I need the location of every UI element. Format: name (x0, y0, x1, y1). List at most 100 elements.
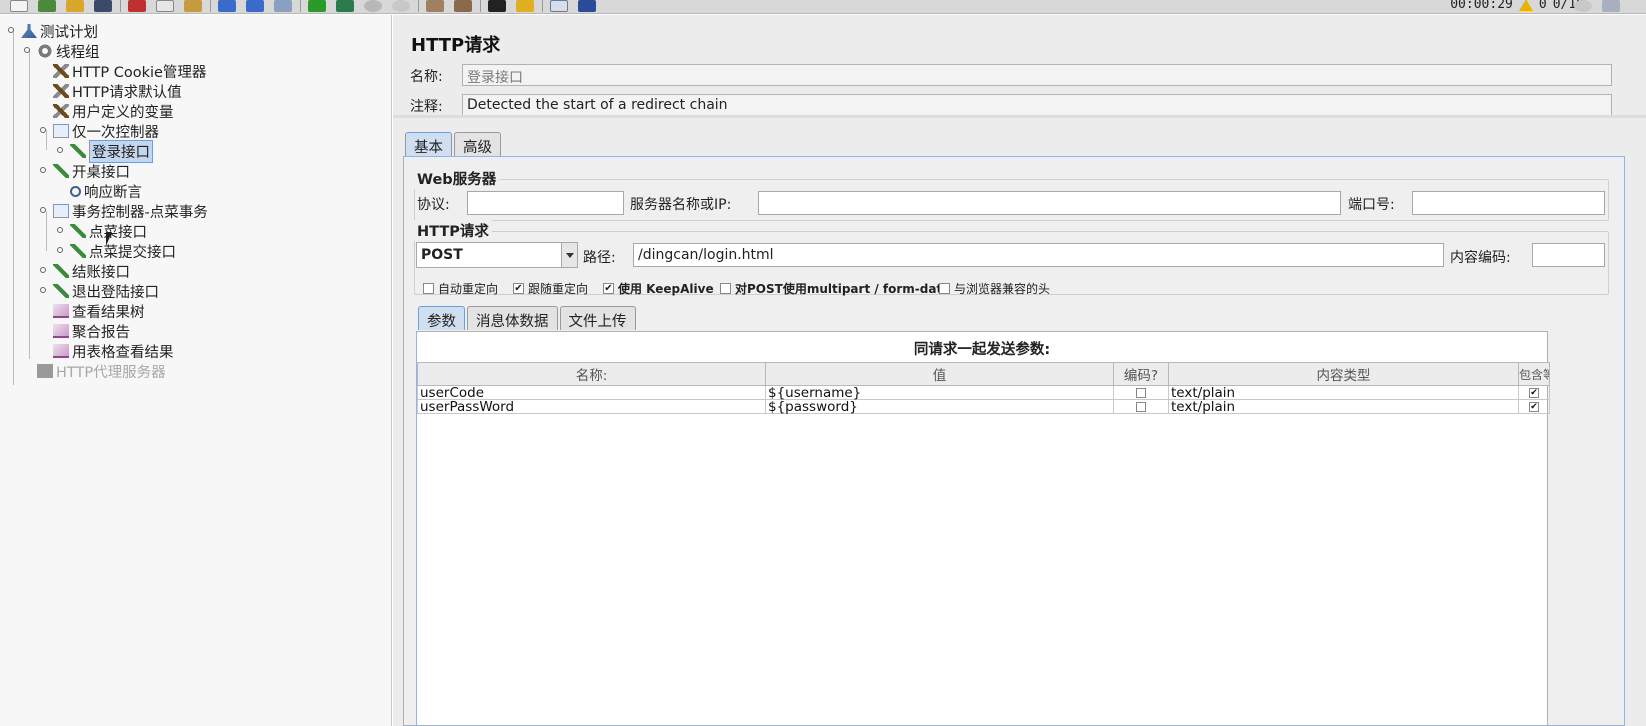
tab-advanced[interactable]: 高级 (454, 132, 501, 156)
paste-icon[interactable] (184, 0, 202, 12)
tab-files-upload[interactable]: 文件上传 (559, 306, 636, 330)
warning-icon[interactable] (1518, 0, 1533, 11)
encoding-input[interactable] (1532, 243, 1605, 267)
expand-handle-icon[interactable] (57, 227, 63, 233)
checkbox-box[interactable]: ✔ (513, 283, 524, 294)
tree-item-results-tree[interactable]: 查看结果树 (53, 301, 145, 321)
method-select[interactable]: POST (416, 242, 578, 268)
checkbox-box[interactable]: ✔ (603, 283, 614, 294)
encode-cell[interactable] (1113, 385, 1169, 400)
stop-icon[interactable] (364, 0, 382, 12)
templates-icon[interactable] (38, 0, 56, 12)
checkbox-box[interactable] (423, 283, 434, 294)
follow-redirect-checkbox[interactable]: ✔ 跟随重定向 (513, 280, 588, 297)
server-input[interactable] (758, 191, 1341, 215)
shutdown-icon[interactable] (392, 0, 410, 12)
encode-checkbox[interactable] (1136, 401, 1146, 412)
tree-item-order-submit-api[interactable]: 点菜提交接口 (70, 241, 176, 261)
path-input[interactable]: /dingcan/login.html (633, 243, 1444, 267)
tree-item-table-results[interactable]: 用表格查看结果 (53, 341, 174, 361)
keepalive-checkbox[interactable]: ✔ 使用 KeepAlive (603, 280, 714, 297)
sampler-icon (70, 244, 86, 258)
content-type-cell[interactable]: text/plain (1168, 399, 1519, 414)
clear-icon[interactable] (426, 0, 444, 12)
checkbox-box[interactable] (939, 283, 950, 294)
column-header[interactable]: 编码? (1113, 362, 1169, 386)
table-row[interactable]: userPassWord ${password} text/plain ✔ (417, 399, 1550, 414)
param-name-cell[interactable]: userCode (417, 385, 766, 400)
tree-item-request-defaults[interactable]: HTTP请求默认值 (53, 81, 182, 101)
tab-body-data[interactable]: 消息体数据 (467, 306, 558, 330)
expand-handle-icon[interactable] (40, 207, 46, 213)
gear-icon (37, 44, 53, 58)
expand-handle-icon[interactable] (40, 287, 46, 293)
tree-item-user-variables[interactable]: 用户定义的变量 (53, 101, 174, 121)
tree-item-thread-group[interactable]: 线程组 (37, 41, 100, 61)
tree-item-test-plan[interactable]: 测试计划 (21, 21, 98, 41)
auto-redirect-checkbox[interactable]: 自动重定向 (423, 280, 498, 297)
warning-count: 0 (1538, 0, 1547, 12)
tree-item-logout-api[interactable]: 退出登陆接口 (53, 281, 159, 301)
tree-item-open-table-api[interactable]: 开桌接口 (53, 161, 130, 181)
include-equals-cell[interactable]: ✔ (1518, 385, 1550, 400)
toggle-icon[interactable] (274, 0, 292, 12)
param-value-cell[interactable]: ${username} (765, 385, 1114, 400)
tree-item-response-assertion[interactable]: 响应断言 (70, 181, 142, 201)
port-input[interactable] (1412, 191, 1605, 215)
search-icon[interactable] (488, 0, 506, 12)
tree-item-checkout-api[interactable]: 结账接口 (53, 261, 130, 281)
column-header[interactable]: 名称: (417, 362, 766, 386)
new-icon[interactable] (10, 0, 28, 12)
column-header[interactable]: 值 (765, 362, 1114, 386)
tree-item-aggregate-report[interactable]: 聚合报告 (53, 321, 130, 341)
log-icon[interactable] (1602, 0, 1620, 12)
column-header[interactable]: 包含等于? (1518, 362, 1550, 386)
column-header[interactable]: 内容类型 (1168, 362, 1519, 386)
encode-checkbox[interactable] (1136, 387, 1146, 398)
checkbox-box[interactable] (720, 283, 731, 294)
tree-item-http-proxy[interactable]: HTTP代理服务器 (37, 361, 166, 381)
open-icon[interactable] (66, 0, 84, 12)
tree-item-once-controller[interactable]: 仅一次控制器 (53, 121, 159, 141)
tree-item-login-api[interactable]: 登录接口 (70, 139, 153, 163)
collapse-icon[interactable] (246, 0, 264, 12)
cut-icon[interactable] (128, 0, 146, 12)
expand-handle-icon[interactable] (24, 47, 30, 53)
expand-handle-icon[interactable] (8, 27, 14, 33)
comment-field[interactable]: Detected the start of a redirect chain (462, 94, 1612, 116)
browser-headers-checkbox[interactable]: 与浏览器兼容的头 (939, 280, 1050, 297)
include-equals-checkbox[interactable]: ✔ (1529, 387, 1539, 398)
expand-handle-icon[interactable] (40, 167, 46, 173)
sampler-icon (70, 144, 86, 158)
multipart-checkbox[interactable]: 对POST使用multipart / form-data (720, 280, 950, 297)
table-row[interactable]: userCode ${username} text/plain ✔ (417, 385, 1550, 400)
splitter-handle[interactable] (393, 115, 1646, 118)
expand-handle-icon[interactable] (57, 247, 63, 253)
include-equals-cell[interactable]: ✔ (1518, 399, 1550, 414)
name-field[interactable]: 登录接口 (462, 64, 1612, 86)
start-no-pause-icon[interactable] (336, 0, 354, 12)
tab-basic[interactable]: 基本 (405, 132, 452, 156)
protocol-input[interactable] (467, 191, 624, 215)
tab-parameters[interactable]: 参数 (418, 306, 465, 330)
copy-icon[interactable] (156, 0, 174, 12)
clear-all-icon[interactable] (454, 0, 472, 12)
param-name-cell[interactable]: userPassWord (417, 399, 766, 414)
start-icon[interactable] (308, 0, 326, 12)
tree-item-transaction-controller[interactable]: 事务控制器-点菜事务 (53, 201, 208, 221)
expand-icon[interactable] (218, 0, 236, 12)
expand-handle-icon[interactable] (40, 127, 46, 133)
reset-search-icon[interactable] (516, 0, 534, 12)
function-helper-icon[interactable] (550, 0, 568, 12)
tree-item-cookie-manager[interactable]: HTTP Cookie管理器 (53, 61, 206, 81)
expand-handle-icon[interactable] (57, 147, 63, 153)
server-label: 服务器名称或IP: (630, 197, 732, 213)
help-icon[interactable] (578, 0, 596, 12)
save-icon[interactable] (94, 0, 112, 12)
content-type-cell[interactable]: text/plain (1168, 385, 1519, 400)
encode-cell[interactable] (1113, 399, 1169, 414)
param-value-cell[interactable]: ${password} (765, 399, 1114, 414)
chevron-down-icon[interactable] (561, 243, 577, 267)
include-equals-checkbox[interactable]: ✔ (1529, 401, 1539, 412)
expand-handle-icon[interactable] (40, 267, 46, 273)
